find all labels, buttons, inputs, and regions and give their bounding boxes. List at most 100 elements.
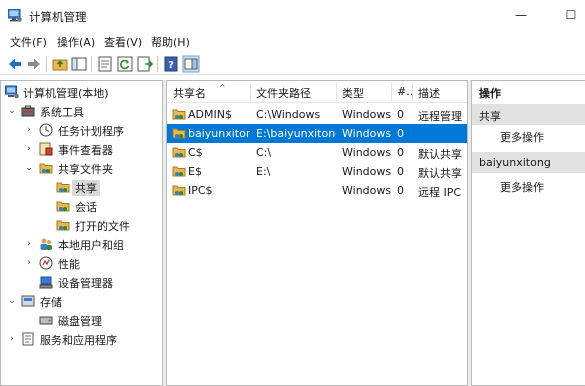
back-arrow-icon[interactable] (6, 55, 24, 73)
menu-file[interactable]: 文件(F) (10, 34, 47, 50)
cell-client-count: 0 (397, 184, 404, 197)
tree-item-sessions[interactable]: 会话 (1, 197, 161, 216)
table-row[interactable]: C$ C:\ Windows 0 默认共享 (167, 143, 467, 162)
cell-description: 远程 IPC (418, 186, 462, 199)
chevron-down-icon[interactable]: ⌄ (24, 162, 34, 174)
tree-label: 服务和应用程序 (40, 334, 117, 347)
chevron-right-icon[interactable]: › (24, 238, 34, 250)
show-hide-tree-icon[interactable] (70, 55, 88, 73)
tree-item-device-manager[interactable]: 设备管理器 (1, 273, 161, 292)
performance-icon (39, 256, 53, 270)
tree-item-disk-management[interactable]: 磁盘管理 (1, 311, 161, 330)
table-row[interactable]: ADMIN$ C:\Windows Windows 0 远程管理 (167, 105, 467, 124)
refresh-icon[interactable] (116, 55, 134, 73)
window-title: 计算机管理 (29, 10, 87, 24)
tree-item-system-tools[interactable]: ⌄ 系统工具 (1, 102, 161, 121)
shared-folder-icon (172, 147, 186, 158)
cell-type: Windows (342, 127, 391, 140)
title-bar: 计算机管理 — ☐ (0, 0, 585, 32)
actions-section-selected-share[interactable]: baiyunxitong (472, 152, 585, 173)
menu-view[interactable]: 查看(V) (104, 34, 142, 50)
tree-item-open-files[interactable]: 打开的文件 (1, 216, 161, 235)
disk-icon (39, 316, 53, 325)
tree-label: 本地用户和组 (58, 239, 124, 252)
properties-icon[interactable] (96, 55, 114, 73)
tree-item-task-scheduler[interactable]: › 任务计划程序 (1, 121, 161, 140)
tree-label: 存储 (40, 296, 62, 309)
table-row[interactable]: IPC$ Windows 0 远程 IPC (167, 181, 467, 200)
column-separator[interactable] (391, 83, 392, 101)
chevron-down-icon[interactable]: ⌄ (7, 295, 17, 307)
column-header-folder-path[interactable]: 文件夹路径 (256, 85, 311, 101)
more-actions-link[interactable]: 更多操作 (500, 129, 544, 145)
shared-folder-icon (172, 109, 186, 120)
computer-management-icon (8, 9, 22, 22)
cell-description: 默认共享 (418, 167, 462, 180)
tree-label: 设备管理器 (58, 277, 113, 290)
tree-item-shared-folders[interactable]: ⌄ 共享文件夹 (1, 159, 161, 178)
show-action-pane-icon[interactable] (182, 55, 200, 73)
column-header-description[interactable]: 描述 (418, 85, 440, 101)
table-row-selected[interactable]: baiyunxitong E:\baiyunxitong Windows 0 (167, 124, 467, 143)
cell-folder-path: C:\Windows (256, 108, 321, 121)
tree-label: 磁盘管理 (58, 315, 102, 328)
shared-folder-icon (56, 201, 70, 212)
tree-label: 事件查看器 (58, 144, 113, 157)
menu-help[interactable]: 帮助(H) (151, 34, 190, 50)
event-viewer-icon (39, 142, 53, 156)
tree-item-shares[interactable]: 共享 (1, 178, 161, 197)
cell-description: 默认共享 (418, 148, 462, 161)
tree-item-local-users[interactable]: › 本地用户和组 (1, 235, 161, 254)
column-header-type[interactable]: 类型 (342, 85, 364, 101)
menu-action[interactable]: 操作(A) (57, 34, 95, 50)
chevron-right-icon[interactable]: › (24, 124, 34, 136)
actions-pane: 操作 共享 更多操作 baiyunxitong 更多操作 (471, 80, 585, 386)
cell-folder-path: C:\ (256, 146, 272, 159)
tree-item-storage[interactable]: ⌄ 存储 (1, 292, 161, 311)
tree-item-performance[interactable]: › 性能 (1, 254, 161, 273)
help-icon[interactable]: ? (162, 55, 180, 73)
column-separator[interactable] (250, 83, 251, 101)
chevron-down-icon[interactable]: ⌄ (7, 105, 17, 117)
maximize-button[interactable]: ☐ (560, 6, 582, 24)
more-actions-link[interactable]: 更多操作 (500, 179, 544, 195)
tree-label: 打开的文件 (75, 220, 130, 233)
cell-folder-path: E:\baiyunxitong (256, 127, 336, 140)
tree-item-services-apps[interactable]: › 服务和应用程序 (1, 330, 161, 349)
chevron-right-icon[interactable]: › (24, 143, 34, 155)
tree-label: 共享 (72, 180, 100, 196)
export-list-icon[interactable] (136, 55, 154, 73)
services-icon (22, 332, 34, 346)
list-header: 共享名 ^ 文件夹路径 类型 #.. 描述 (167, 81, 467, 103)
toolbar-separator (157, 56, 158, 72)
actions-section-shares[interactable]: 共享 (472, 104, 585, 125)
cell-client-count: 0 (397, 127, 404, 140)
minimize-button[interactable]: — (510, 6, 532, 24)
chevron-right-icon[interactable]: › (24, 257, 34, 269)
tree-item-root[interactable]: 计算机管理(本地) (1, 83, 161, 102)
shares-list: 共享名 ^ 文件夹路径 类型 #.. 描述 ADMIN$ C:\Windows … (166, 80, 468, 386)
tree-item-event-viewer[interactable]: › 事件查看器 (1, 140, 161, 159)
forward-arrow-icon[interactable] (25, 55, 43, 73)
cell-type: Windows (342, 184, 391, 197)
cell-type: Windows (342, 146, 391, 159)
column-header-share-name[interactable]: 共享名 ^ (173, 83, 226, 101)
cell-folder-path: E:\ (256, 165, 271, 178)
toolbar-separator (46, 56, 47, 72)
column-header-client-count[interactable]: #.. (397, 85, 413, 98)
cell-share-name: E$ (188, 165, 202, 178)
toolbar-separator (91, 56, 92, 72)
cell-share-name: IPC$ (188, 184, 213, 197)
cell-client-count: 0 (397, 108, 404, 121)
storage-icon (21, 295, 35, 307)
sort-ascending-icon: ^ (219, 83, 226, 92)
column-separator[interactable] (412, 83, 413, 101)
shared-folder-icon (172, 128, 186, 139)
chevron-right-icon[interactable]: › (7, 333, 17, 345)
cell-description: 远程管理 (418, 110, 462, 123)
table-row[interactable]: E$ E:\ Windows 0 默认共享 (167, 162, 467, 181)
cell-share-name: baiyunxitong (188, 127, 250, 140)
cell-share-name: ADMIN$ (188, 108, 232, 121)
up-folder-icon[interactable] (51, 55, 69, 73)
column-separator[interactable] (336, 83, 337, 101)
